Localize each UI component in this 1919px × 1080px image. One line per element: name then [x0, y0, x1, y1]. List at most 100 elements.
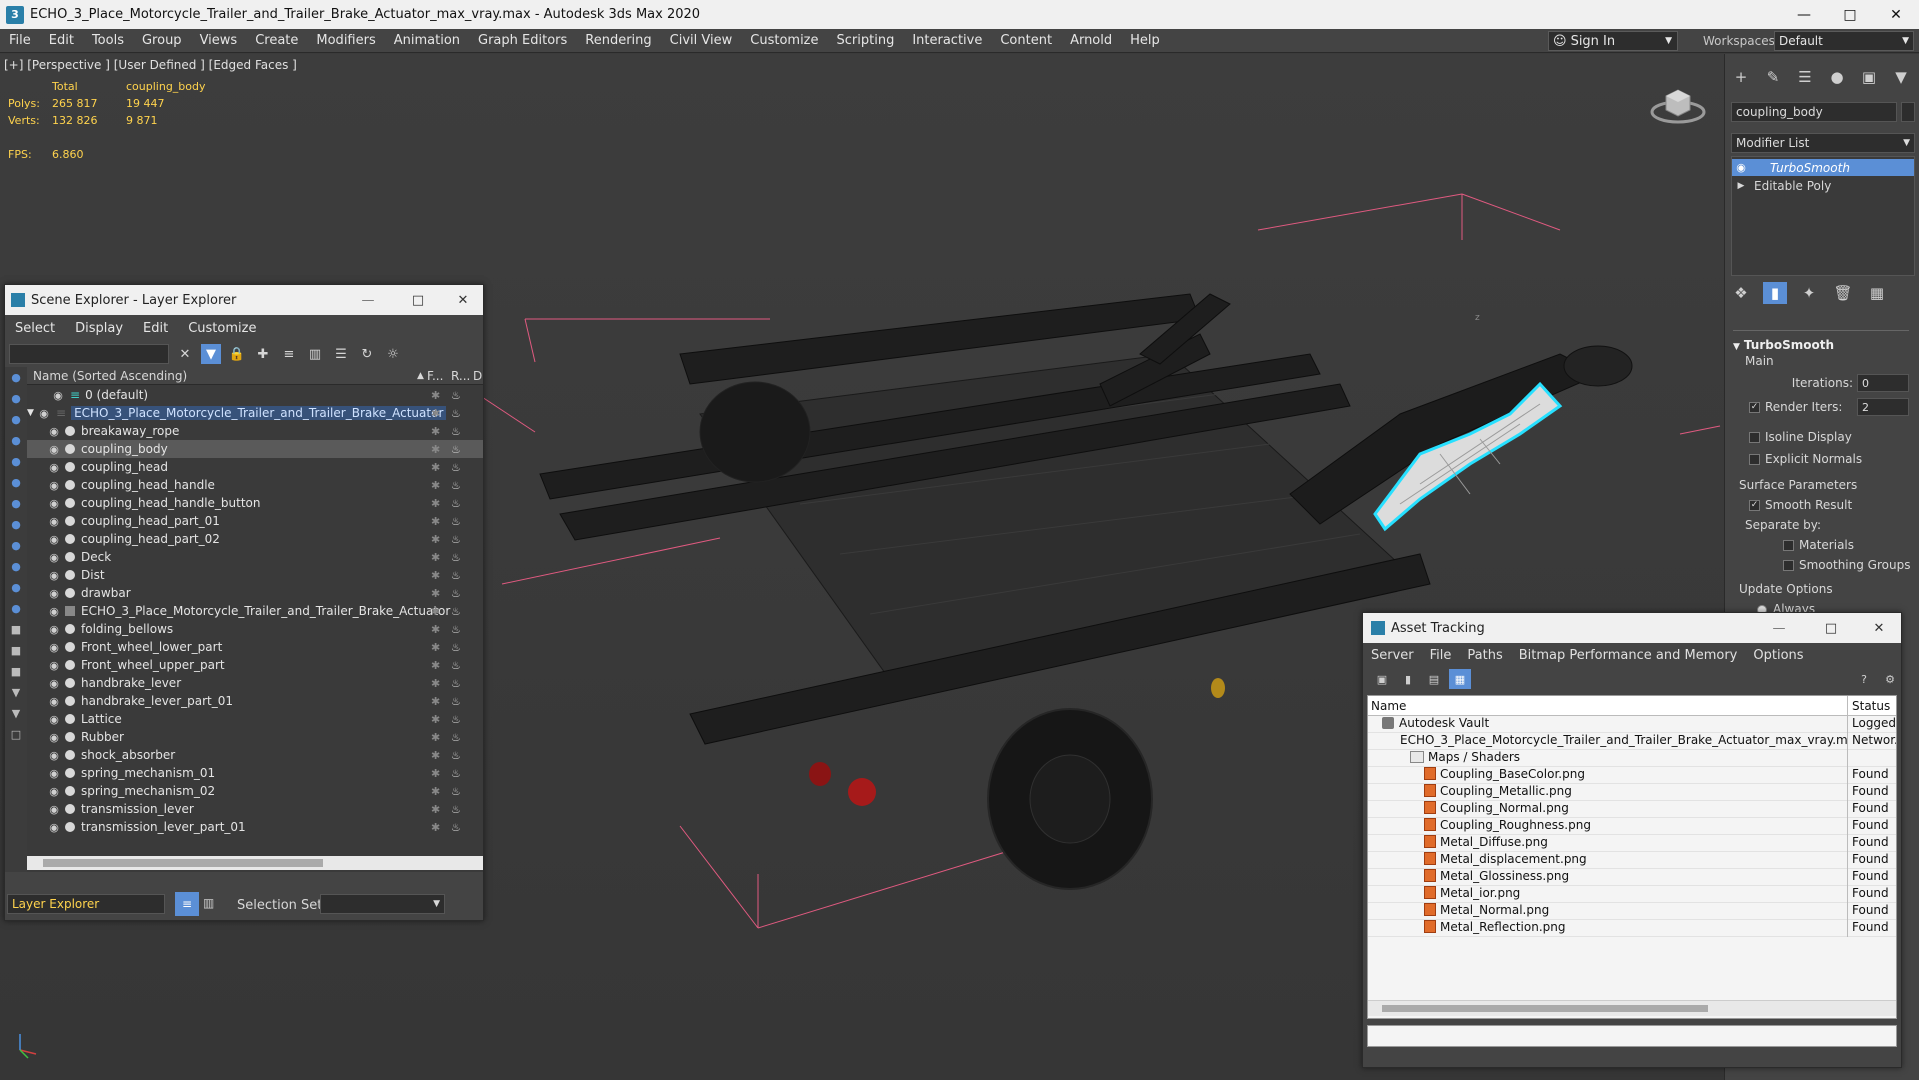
at-menu-server[interactable]: Server: [1363, 648, 1422, 663]
eye-icon[interactable]: ◉: [47, 587, 61, 600]
scene-object-row[interactable]: ◉ Lattice ✱ ♨: [27, 710, 483, 728]
eye-icon[interactable]: ◉: [1732, 161, 1750, 174]
scene-object-row[interactable]: ◉ transmission_lever_part_01 ✱ ♨: [27, 818, 483, 836]
lock-icon[interactable]: 🔒: [227, 344, 247, 364]
pin-stack-icon[interactable]: ❖: [1729, 282, 1753, 304]
at-scroll-thumb[interactable]: [1382, 1005, 1708, 1012]
explicit-normals-row[interactable]: Explicit Normals: [1749, 452, 1862, 466]
eye-icon[interactable]: ◉: [47, 461, 61, 474]
settings-icon[interactable]: ⚙: [1879, 669, 1901, 689]
at-menu-bitmap-performance[interactable]: Bitmap Performance and Memory: [1511, 648, 1746, 663]
render-teapot-icon[interactable]: ♨: [451, 677, 461, 690]
render-teapot-icon[interactable]: ♨: [451, 497, 461, 510]
menu-views[interactable]: Views: [191, 33, 247, 48]
scene-object-row[interactable]: ◉ spring_mechanism_01 ✱ ♨: [27, 764, 483, 782]
filter-frozen-icon[interactable]: ●: [11, 581, 21, 594]
scene-object-row[interactable]: ◉ Dist ✱ ♨: [27, 566, 483, 584]
se-menu-select[interactable]: Select: [5, 321, 65, 336]
isoline-checkbox[interactable]: [1749, 432, 1760, 443]
filter-groups-icon[interactable]: ●: [11, 497, 21, 510]
asset-tracking-titlebar[interactable]: Asset Tracking — □ ✕: [1363, 613, 1901, 643]
motion-tab-icon[interactable]: ●: [1825, 66, 1849, 88]
funnel-icon[interactable]: ▼: [12, 686, 20, 699]
scene-object-row[interactable]: ◉ coupling_head_handle_button ✱ ♨: [27, 494, 483, 512]
freeze-icon[interactable]: ✱: [431, 587, 440, 600]
render-teapot-icon[interactable]: ♨: [451, 713, 461, 726]
maximize-icon[interactable]: □: [1805, 621, 1857, 636]
freeze-icon[interactable]: ✱: [431, 605, 440, 618]
close-icon[interactable]: ✕: [443, 293, 483, 308]
scene-object-row[interactable]: ◉ breakaway_rope ✱ ♨: [27, 422, 483, 440]
filter-containers-icon[interactable]: ●: [11, 560, 21, 573]
filter-hidden-icon[interactable]: ●: [11, 602, 21, 615]
freeze-icon[interactable]: ✱: [431, 785, 440, 798]
scene-object-row[interactable]: ◉ Front_wheel_upper_part ✱ ♨: [27, 656, 483, 674]
eye-icon[interactable]: ◉: [47, 551, 61, 564]
se-horizontal-scrollbar[interactable]: [27, 856, 483, 870]
eye-icon[interactable]: ◉: [47, 767, 61, 780]
stack-icon[interactable]: ☰: [331, 344, 351, 364]
render-teapot-icon[interactable]: ♨: [451, 443, 461, 456]
render-teapot-icon[interactable]: ♨: [451, 569, 461, 582]
render-teapot-icon[interactable]: ♨: [451, 533, 461, 546]
freeze-icon[interactable]: ✱: [431, 533, 440, 546]
menu-tools[interactable]: Tools: [83, 33, 133, 48]
eye-icon[interactable]: ◉: [47, 695, 61, 708]
scene-object-row[interactable]: ◉ drawbar ✱ ♨: [27, 584, 483, 602]
render-teapot-icon[interactable]: ♨: [451, 515, 461, 528]
chevron-down-icon[interactable]: ▼: [27, 408, 37, 418]
close-icon[interactable]: ✕: [1873, 0, 1919, 29]
eye-icon[interactable]: ◉: [47, 713, 61, 726]
hierarchy-mode-icon[interactable]: ▥: [203, 896, 214, 910]
iterations-spinner[interactable]: 0: [1857, 374, 1909, 392]
explorer-type-dropdown[interactable]: Layer Explorer: [7, 894, 165, 914]
scene-object-row[interactable]: ◉ Deck ✱ ♨: [27, 548, 483, 566]
column-name[interactable]: Name (Sorted Ascending): [27, 369, 187, 383]
menu-help[interactable]: Help: [1121, 33, 1169, 48]
freeze-icon[interactable]: ✱: [431, 443, 440, 456]
eye-icon[interactable]: ◉: [47, 443, 61, 456]
freeze-icon[interactable]: ✱: [431, 803, 440, 816]
filter-icon[interactable]: ▼: [201, 344, 221, 364]
menu-customize[interactable]: Customize: [741, 33, 827, 48]
remove-modifier-icon[interactable]: 🗑: [1831, 282, 1855, 304]
layer-explorer-icon[interactable]: ≡: [175, 892, 199, 916]
at-horizontal-scrollbar[interactable]: [1368, 1000, 1896, 1016]
eye-icon[interactable]: ◉: [47, 479, 61, 492]
hierarchy-icon[interactable]: ▥: [305, 344, 325, 364]
freeze-icon[interactable]: ✱: [431, 821, 440, 834]
eye-icon[interactable]: ◉: [47, 821, 61, 834]
scene-object-row[interactable]: ◉ coupling_head_part_02 ✱ ♨: [27, 530, 483, 548]
eye-icon[interactable]: ◉: [47, 749, 61, 762]
minimize-icon[interactable]: —: [343, 293, 393, 308]
render-teapot-icon[interactable]: ♨: [451, 587, 461, 600]
explicit-normals-checkbox[interactable]: [1749, 454, 1760, 465]
se-menu-customize[interactable]: Customize: [178, 321, 266, 336]
eye-icon[interactable]: ◉: [37, 407, 51, 420]
render-teapot-icon[interactable]: ♨: [451, 551, 461, 564]
menu-scripting[interactable]: Scripting: [828, 33, 904, 48]
render-teapot-icon[interactable]: ♨: [451, 623, 461, 636]
at-menu-paths[interactable]: Paths: [1459, 648, 1510, 663]
filter-invert-icon[interactable]: ■: [11, 665, 21, 678]
menu-rendering[interactable]: Rendering: [576, 33, 660, 48]
freeze-icon[interactable]: ✱: [431, 569, 440, 582]
eye-icon[interactable]: ◉: [47, 497, 61, 510]
make-unique-icon[interactable]: ✦: [1797, 282, 1821, 304]
column-frozen[interactable]: F...: [427, 369, 443, 383]
eye-icon[interactable]: ◉: [47, 677, 61, 690]
render-teapot-icon[interactable]: ♨: [451, 389, 461, 402]
eye-icon[interactable]: ◉: [47, 641, 61, 654]
render-teapot-icon[interactable]: ♨: [451, 749, 461, 762]
se-search-input[interactable]: [9, 344, 169, 364]
workspace-select[interactable]: Default ▼: [1774, 31, 1914, 51]
filter-cameras-icon[interactable]: ●: [11, 434, 21, 447]
materials-row[interactable]: Materials: [1783, 538, 1854, 552]
display-tab-icon[interactable]: ▣: [1857, 66, 1881, 88]
render-teapot-icon[interactable]: ♨: [451, 641, 461, 654]
freeze-icon[interactable]: ✱: [431, 749, 440, 762]
stack-item-editable-poly[interactable]: ▶ Editable Poly: [1732, 177, 1914, 194]
render-teapot-icon[interactable]: ♨: [451, 479, 461, 492]
filter-bones-icon[interactable]: ●: [11, 539, 21, 552]
scene-object-row[interactable]: ◉ Front_wheel_lower_part ✱ ♨: [27, 638, 483, 656]
